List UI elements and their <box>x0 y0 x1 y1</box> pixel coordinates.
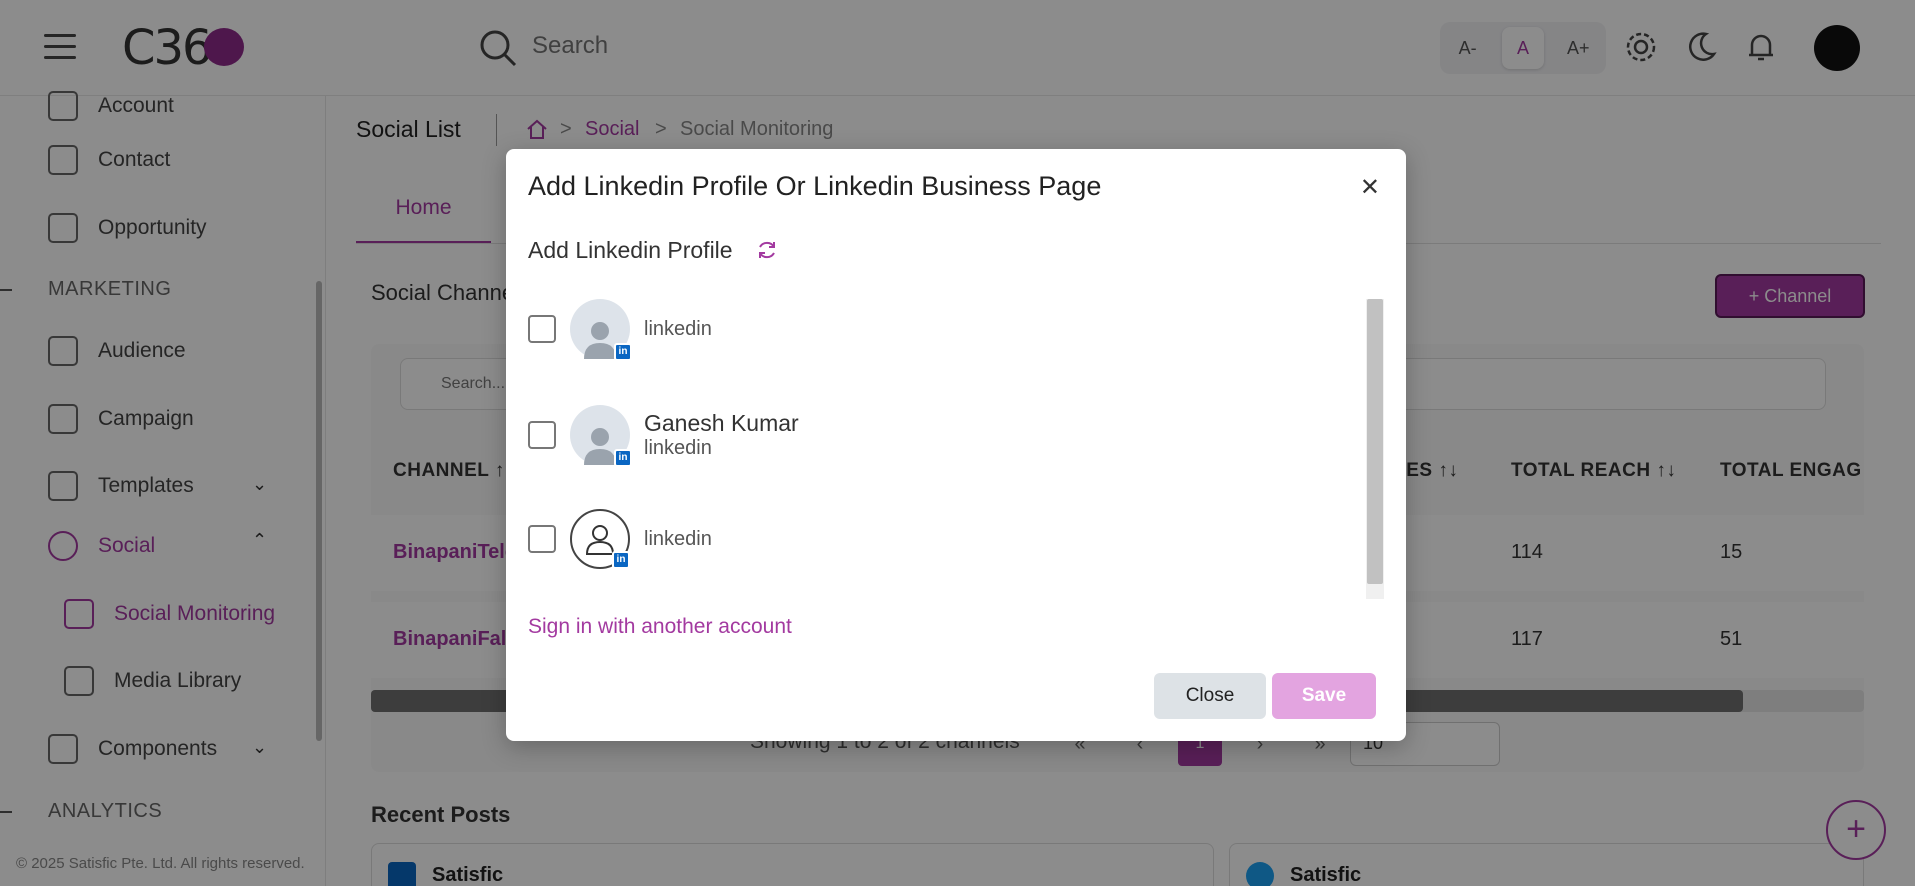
profile-checkbox[interactable] <box>528 525 556 553</box>
scrollbar-thumb[interactable] <box>1367 299 1383 584</box>
avatar: in <box>570 299 632 361</box>
profile-network: linkedin <box>644 527 712 550</box>
linkedin-icon: in <box>612 551 630 569</box>
person-icon <box>584 428 616 465</box>
profile-network: linkedin <box>644 437 712 459</box>
profile-item[interactable]: in linkedin <box>528 297 712 361</box>
linkedin-icon: in <box>614 449 632 467</box>
profile-network: linkedin <box>644 317 712 340</box>
avatar: in <box>570 509 630 569</box>
refresh-icon[interactable] <box>756 239 778 261</box>
dialog-title: Add Linkedin Profile Or Linkedin Busines… <box>528 171 1102 201</box>
sign-in-another-link[interactable]: Sign in with another account <box>528 615 792 639</box>
close-icon[interactable]: ✕ <box>1360 173 1380 202</box>
linkedin-icon: in <box>614 343 632 361</box>
dialog-subtitle: Add Linkedin Profile <box>528 237 733 263</box>
profile-checkbox[interactable] <box>528 315 556 343</box>
profile-item[interactable]: in Ganesh Kumar linkedin <box>528 403 799 467</box>
profile-name: Ganesh Kumar <box>644 410 799 436</box>
profile-checkbox[interactable] <box>528 421 556 449</box>
profile-list-scrollbar[interactable] <box>1366 299 1384 599</box>
close-button[interactable]: Close <box>1154 673 1266 719</box>
person-icon <box>584 322 616 359</box>
add-linkedin-dialog: Add Linkedin Profile Or Linkedin Busines… <box>506 149 1406 741</box>
save-button[interactable]: Save <box>1272 673 1376 719</box>
avatar: in <box>570 405 632 467</box>
profile-list: in linkedin in Ganesh Kumar linkedin in <box>506 297 1386 597</box>
profile-item[interactable]: in linkedin <box>528 507 712 571</box>
